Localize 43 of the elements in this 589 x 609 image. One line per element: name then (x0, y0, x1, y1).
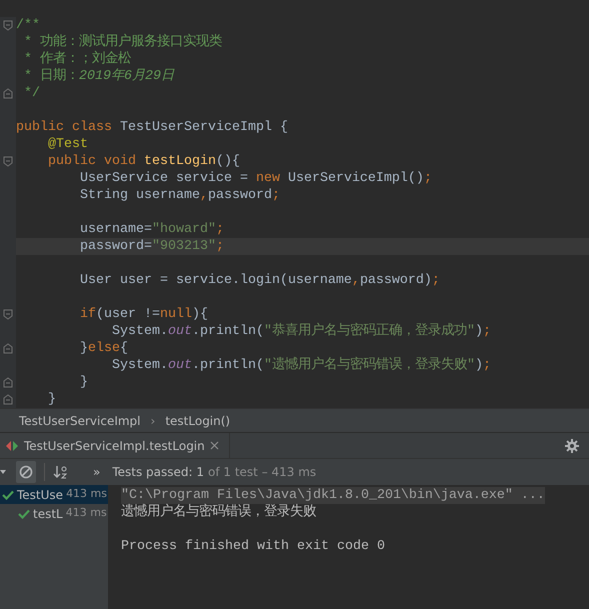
more-button[interactable]: » (93, 463, 100, 481)
check-icon (2, 490, 14, 500)
breadcrumb-item[interactable]: testLogin() (165, 412, 230, 430)
code-line: public class TestUserServiceImpl { (16, 119, 289, 136)
stop-button[interactable] (16, 461, 36, 483)
code-line: if(user !=null){ (78, 306, 209, 323)
test-summary: of 1 test – 413 ms (208, 464, 316, 481)
caret-icon[interactable] (0, 469, 6, 475)
console-line: Process finished with exit code 0 (121, 538, 385, 555)
run-icon (5, 440, 19, 452)
code-line: * 作者：；刘金松 (22, 51, 132, 68)
tests-passed-label: Tests passed: 1 (112, 464, 204, 481)
settings-icon[interactable] (565, 438, 579, 452)
console-line: 遗憾用户名与密码错误，登录失败 (121, 504, 316, 521)
test-tree-row[interactable]: TestUse 413 ms (0, 485, 108, 504)
code-line: } (78, 374, 89, 391)
fold-marker-icon[interactable] (3, 20, 13, 31)
code-line: * 日期：2019年6月29日 (22, 68, 176, 85)
code-line: @Test (46, 136, 89, 153)
breadcrumb-separator: › (150, 412, 156, 430)
code-line: }else{ (78, 340, 129, 357)
fold-marker-icon[interactable] (3, 377, 13, 388)
code-line: username="howard"; (78, 221, 225, 238)
code-line: System.out.println("遗憾用户名与密码错误，登录失败"); (110, 357, 492, 374)
code-line: UserService service = new UserServiceImpl(); (78, 170, 433, 187)
fold-marker-icon[interactable] (3, 394, 13, 405)
breadcrumb-item[interactable]: TestUserServiceImpl (19, 412, 141, 430)
code-line: User user = service.login(username,password); (78, 272, 441, 289)
fold-marker-icon[interactable] (3, 343, 13, 354)
fold-marker-icon[interactable] (3, 309, 13, 320)
code-line: public void testLogin(){ (46, 153, 241, 170)
close-icon[interactable] (210, 441, 219, 450)
code-line: */ (22, 85, 41, 102)
code-line: System.out.println("恭喜用户名与密码正确，登录成功"); (110, 323, 492, 340)
check-icon (18, 508, 30, 518)
sort-icon[interactable] (53, 465, 67, 479)
code-line: String username,password; (78, 187, 281, 204)
fold-marker-icon[interactable] (3, 88, 13, 99)
code-line: } (46, 391, 57, 408)
fold-marker-icon[interactable] (3, 156, 13, 167)
test-tree-row[interactable]: testL 413 ms (0, 504, 108, 523)
code-line: * 功能：测试用户服务接口实现类 (22, 34, 223, 50)
code-line: /** (16, 17, 40, 34)
